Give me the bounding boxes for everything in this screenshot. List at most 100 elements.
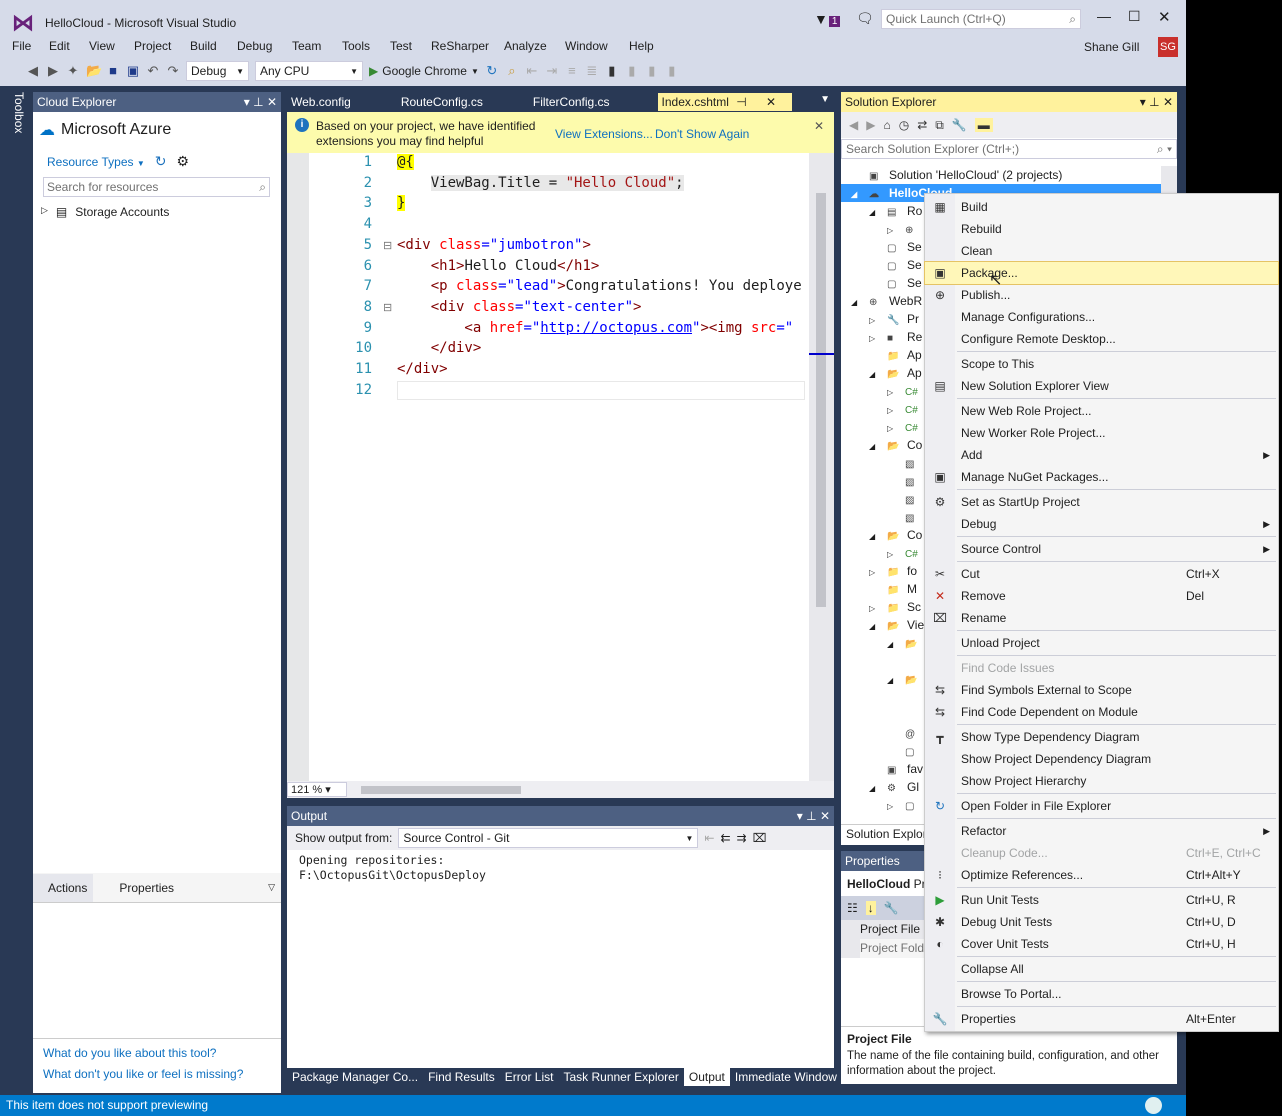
toolbox-tab[interactable]: Toolbox	[8, 92, 26, 137]
clear-bookmarks-icon[interactable]: ▮	[665, 64, 679, 78]
new-project-icon[interactable]: ✦	[66, 64, 80, 78]
quick-launch-input[interactable]: Quick Launch (Ctrl+Q) ⌕	[881, 9, 1081, 29]
feedback-like-link[interactable]: What do you like about this tool?	[43, 1046, 216, 1060]
preview-toggle-icon[interactable]: ▬	[974, 118, 993, 132]
menu-item-new-web-role-project[interactable]: New Web Role Project...	[925, 400, 1278, 422]
refresh-icon[interactable]: ↻	[485, 64, 499, 78]
menu-item-scope-to-this[interactable]: Scope to This	[925, 353, 1278, 375]
collapse-all-icon[interactable]: ⧉	[935, 118, 944, 133]
find-in-files-icon[interactable]: ⌕	[505, 64, 519, 78]
menu-item-browse-to-portal[interactable]: Browse To Portal...	[925, 983, 1278, 1005]
user-avatar[interactable]: SG	[1158, 37, 1178, 57]
settings-gear-icon[interactable]: ⚙	[177, 153, 190, 170]
dont-show-again-link[interactable]: Don't Show Again	[655, 127, 749, 141]
user-name[interactable]: Shane Gill	[1084, 40, 1139, 54]
close-icon[interactable]: ✕	[814, 119, 824, 133]
output-text[interactable]: Opening repositories: F:\OctopusGit\Octop…	[287, 850, 834, 886]
next-message-icon[interactable]: ⇉	[737, 831, 747, 845]
menu-item-show-project-dependency-diagram[interactable]: Show Project Dependency Diagram	[925, 748, 1278, 770]
notification-filter-icon[interactable]: ▼ 1	[814, 11, 841, 27]
menu-project[interactable]: Project	[134, 39, 171, 53]
prev-message-icon[interactable]: ⇇	[720, 831, 730, 845]
menu-analyze[interactable]: Analyze	[504, 39, 547, 53]
indent-icon[interactable]: ⇤	[525, 64, 539, 78]
menu-item-debug-unit-tests[interactable]: ✱ Debug Unit Tests Ctrl+U, D	[925, 911, 1278, 933]
run-button[interactable]: ▶ Google Chrome ▼	[369, 64, 479, 78]
tab-task-runner-explorer[interactable]: Task Runner Explorer	[558, 1068, 683, 1086]
prev-bookmark-icon[interactable]: ▮	[625, 64, 639, 78]
menu-item-rebuild[interactable]: Rebuild	[925, 218, 1278, 240]
code-editor[interactable]: 1 @{2 ViewBag.Title = "Hello Cloud"; 3} 4 5 <…	[287, 153, 834, 781]
tab-web-config[interactable]: Web.config	[287, 95, 397, 109]
tab-list-dropdown-icon[interactable]: ▼	[820, 94, 830, 105]
menu-item-clean[interactable]: Clean	[925, 240, 1278, 262]
menu-item-add[interactable]: Add ▶	[925, 444, 1278, 466]
resource-types-dropdown[interactable]: Resource Types ▼	[47, 155, 145, 169]
panel-controls[interactable]: ▾ ⊥ ✕	[1140, 95, 1173, 109]
menu-item-remove[interactable]: ✕ Remove Del	[925, 585, 1278, 607]
menu-item-publish[interactable]: ⊕ Publish...	[925, 284, 1278, 306]
tab-immediate-window[interactable]: Immediate Window	[730, 1068, 842, 1086]
maximize-button[interactable]: ☐	[1128, 8, 1141, 25]
history-icon[interactable]: ◷	[899, 118, 909, 132]
menu-tools[interactable]: Tools	[342, 39, 370, 53]
menu-edit[interactable]: Edit	[49, 39, 70, 53]
refresh-icon[interactable]: ↻	[155, 153, 167, 170]
menu-item-package[interactable]: ▣ Package...	[924, 261, 1279, 285]
zoom-level-select[interactable]: 121 % ▾	[287, 782, 347, 797]
feedback-icon[interactable]: 🗨	[856, 10, 874, 27]
editor-horizontal-scrollbar[interactable]	[361, 785, 521, 794]
uncomment-icon[interactable]: ≣	[585, 64, 599, 78]
notification-bubble-icon[interactable]	[1145, 1097, 1162, 1114]
menu-item-manage-nuget-packages[interactable]: ▣ Manage NuGet Packages...	[925, 466, 1278, 488]
menu-item-properties[interactable]: 🔧 Properties Alt+Enter	[925, 1008, 1278, 1030]
properties-wrench-icon[interactable]: 🔧	[952, 118, 967, 132]
menu-debug[interactable]: Debug	[237, 39, 272, 53]
comment-icon[interactable]: ≡	[565, 64, 579, 78]
menu-item-build[interactable]: ▦ Build	[925, 196, 1278, 218]
menu-item-cover-unit-tests[interactable]: ◐ Cover Unit Tests Ctrl+U, H	[925, 933, 1278, 955]
menu-file[interactable]: File	[12, 39, 31, 53]
save-icon[interactable]: ■	[106, 64, 120, 78]
expand-arrow-icon[interactable]: ▷	[887, 798, 905, 816]
menu-item-find-code-dependent-on-module[interactable]: ⇆ Find Code Dependent on Module	[925, 701, 1278, 723]
undo-icon[interactable]: ↶	[146, 64, 160, 78]
tree-item-storage-accounts[interactable]: ▷ ▤ Storage Accounts	[41, 205, 169, 219]
tab-error-list[interactable]: Error List	[500, 1068, 559, 1086]
save-all-icon[interactable]: ▣	[126, 64, 140, 78]
chevron-down-icon[interactable]: ▽	[268, 882, 275, 893]
property-pages-icon[interactable]: 🔧	[884, 901, 899, 915]
tab-actions[interactable]: Actions	[33, 873, 94, 902]
categorized-icon[interactable]: ☷	[847, 901, 858, 915]
menu-item-show-project-hierarchy[interactable]: Show Project Hierarchy	[925, 770, 1278, 792]
editor-vertical-scrollbar[interactable]	[809, 153, 834, 781]
menu-item-rename[interactable]: ⌧ Rename	[925, 607, 1278, 629]
minimize-button[interactable]: —	[1097, 8, 1111, 24]
menu-item-configure-remote-desktop[interactable]: Configure Remote Desktop...	[925, 328, 1278, 350]
tab-output[interactable]: Output	[683, 1068, 730, 1086]
forward-icon[interactable]: ▶	[46, 64, 60, 78]
collapse-icon[interactable]: ⊟	[383, 301, 392, 314]
menu-test[interactable]: Test	[390, 39, 412, 53]
menu-item-new-worker-role-project[interactable]: New Worker Role Project...	[925, 422, 1278, 444]
tab-properties[interactable]: Properties	[93, 881, 174, 895]
menu-item-show-type-dependency-diagram[interactable]: ┳ Show Type Dependency Diagram	[925, 726, 1278, 748]
menu-item-cut[interactable]: ✂ Cut Ctrl+X	[925, 563, 1278, 585]
menu-item-debug[interactable]: Debug ▶	[925, 513, 1278, 535]
menu-item-run-unit-tests[interactable]: ▶ Run Unit Tests Ctrl+U, R	[925, 889, 1278, 911]
tab-find-results[interactable]: Find Results	[423, 1068, 500, 1086]
resource-search-input[interactable]: Search for resources ⌕	[43, 177, 270, 197]
menu-item-set-as-startup-project[interactable]: ⚙ Set as StartUp Project	[925, 491, 1278, 513]
menu-help[interactable]: Help	[629, 39, 654, 53]
solution-search-input[interactable]: Search Solution Explorer (Ctrl+;) ⌕ ▾	[841, 139, 1177, 159]
next-bookmark-icon[interactable]: ▮	[645, 64, 659, 78]
forward-icon[interactable]: ▶	[866, 118, 875, 132]
home-icon[interactable]: ⌂	[883, 118, 890, 132]
find-message-icon[interactable]: ⇤	[704, 831, 714, 845]
platform-select[interactable]: Any CPU ▼	[255, 61, 363, 81]
pin-icon[interactable]: ⊣	[729, 95, 762, 109]
collapse-icon[interactable]: ⊟	[383, 239, 392, 252]
configuration-select[interactable]: Debug ▼	[186, 61, 249, 81]
menu-view[interactable]: View	[89, 39, 115, 53]
close-button[interactable]: ✕	[1158, 8, 1171, 26]
